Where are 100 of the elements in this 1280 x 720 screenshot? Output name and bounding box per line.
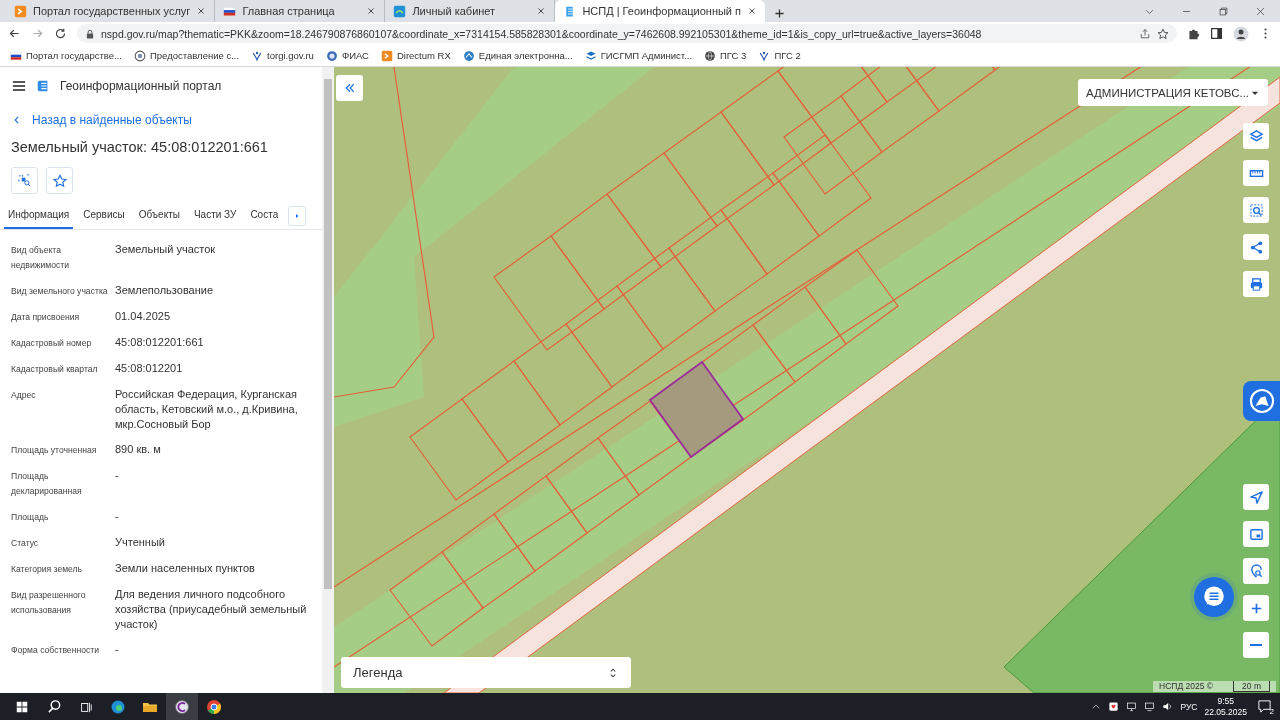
parcel-heading: Земельный участок: 45:08:012201:661 <box>11 139 269 155</box>
chrome-icon <box>206 698 222 715</box>
address-bar[interactable]: nspd.gov.ru/map?thematic=PKK&zoom=18.246790876860107&coordinate_x=7314154.585828301&coordinate_y=7462608.992105301&theme_id=1&is_copy_url=true&active_layers=36048 <box>77 24 1177 43</box>
side-panel-icon <box>1210 27 1223 40</box>
assistant-icon <box>1248 388 1275 414</box>
chevron-left-icon <box>12 115 22 125</box>
minimap-icon <box>1248 526 1264 542</box>
flag-icon <box>10 49 22 62</box>
selected-parcel[interactable] <box>648 360 745 459</box>
field-value: Для ведения личного подсобного хозяйства (приусадебный земельный участок) <box>115 587 308 632</box>
chat-icon <box>1202 585 1226 609</box>
info-tab[interactable]: Части ЗУ <box>189 204 241 229</box>
bookmark[interactable]: torgi.gov.ru <box>251 49 314 62</box>
info-tab[interactable]: Объекты <box>134 204 184 229</box>
map-attribution: НСПД 2025 © <box>1159 681 1214 692</box>
share-icon <box>1139 27 1151 40</box>
area-search-button[interactable] <box>1243 197 1269 223</box>
field-label: Вид разрешенного использования <box>11 589 87 617</box>
logo-icon <box>380 49 393 62</box>
portal-title: Геоинформационный портал <box>60 79 222 93</box>
zoom-out-button[interactable] <box>1243 632 1269 658</box>
location-search-icon <box>1248 563 1264 579</box>
avatar-icon <box>1233 25 1249 42</box>
puzzle-icon <box>1187 27 1200 40</box>
navigation-icon <box>1248 489 1264 505</box>
browser-tab[interactable]: НСПД | Геоинформационный п <box>555 0 766 22</box>
layers-icon <box>584 49 597 62</box>
favicon-icon <box>223 4 237 18</box>
map-scale: 20 m <box>1233 681 1270 692</box>
location-search-button[interactable] <box>1243 558 1269 584</box>
field-value: 01.04.2025 <box>115 309 172 324</box>
favorite-button[interactable] <box>46 167 73 194</box>
bookmark[interactable]: ПГС 3 <box>704 49 747 62</box>
layers-icon <box>1248 128 1264 144</box>
field-value: Земли населенных пунктов <box>115 561 256 576</box>
reload-icon <box>54 27 67 40</box>
back-link[interactable]: Назад в найденные объекты <box>0 101 204 127</box>
back-icon <box>8 27 21 40</box>
field-value: - <box>115 509 120 524</box>
bookmark[interactable]: Directum RX <box>380 49 451 62</box>
bookmark[interactable]: Предоставление с... <box>134 49 240 62</box>
scrollbar[interactable] <box>322 67 334 693</box>
minimap-button[interactable] <box>1243 521 1269 547</box>
close-icon <box>1255 5 1266 17</box>
map[interactable]: АДМИНИСТРАЦИЯ КЕТОВС... Легенда НСПД 2025 © 20 m <box>334 67 1280 693</box>
assistant-button[interactable] <box>1243 381 1280 421</box>
bookmark[interactable]: Портал государстве... <box>10 49 122 62</box>
region-select[interactable]: АДМИНИСТРАЦИЯ КЕТОВС... <box>1078 79 1268 106</box>
close-icon <box>366 6 377 16</box>
clock[interactable]: 9:55 22.05.2025 <box>1204 695 1247 718</box>
favicon-icon <box>393 4 407 18</box>
field-label: Кадастровый квартал <box>11 363 99 376</box>
lock-icon <box>85 28 95 39</box>
globe-icon <box>325 49 338 62</box>
info-tab[interactable]: Информация <box>4 204 74 229</box>
notification-icon <box>1256 699 1272 714</box>
app-button[interactable] <box>166 693 198 720</box>
field-value: - <box>115 642 120 657</box>
area-search-icon <box>1248 202 1264 218</box>
bookmark[interactable]: Единая электронна... <box>462 49 573 62</box>
share-icon <box>1248 239 1264 255</box>
field-value: Учтенный <box>115 535 166 550</box>
field-label: Дата присвоения <box>11 311 81 324</box>
close-icon <box>536 6 547 16</box>
field-label: Статус <box>11 537 40 550</box>
field-value: Земельный участок <box>115 242 217 257</box>
globe-icon <box>134 49 146 62</box>
share-button[interactable] <box>1243 234 1269 260</box>
close-icon <box>196 6 207 16</box>
field-value: - <box>115 468 120 483</box>
close-icon <box>747 6 758 16</box>
ruler-button[interactable] <box>1243 160 1269 186</box>
zoom-in-button[interactable] <box>1243 595 1269 621</box>
collapse-panel-button[interactable] <box>336 75 363 101</box>
language-indicator[interactable]: РУС <box>1180 701 1198 712</box>
field-label: Категория земель <box>11 563 84 576</box>
area-search-icon <box>17 173 32 188</box>
field-label: Площадь <box>11 511 50 524</box>
app-tray-icon <box>1108 701 1120 712</box>
field-value: 890 кв. м <box>115 442 162 457</box>
info-tab[interactable]: Сервисы <box>79 204 129 229</box>
star-icon <box>1157 27 1169 40</box>
area-search-button[interactable] <box>11 167 38 194</box>
legend-select[interactable]: Легенда <box>341 657 631 688</box>
layers-button[interactable] <box>1243 123 1269 149</box>
field-value: 45:08:012201 <box>115 361 184 376</box>
logo-icon <box>462 49 475 62</box>
favicon-icon <box>14 4 27 18</box>
info-tab[interactable]: Соста <box>246 204 283 229</box>
edge-icon <box>110 698 126 715</box>
navigation-button[interactable] <box>1243 484 1269 510</box>
bookmark[interactable]: ПГС 2 <box>758 49 801 62</box>
bookmark[interactable]: ГИСГМП Админист... <box>584 49 693 62</box>
print-button[interactable] <box>1243 271 1269 297</box>
star-icon <box>52 173 67 188</box>
new-tab-icon <box>773 7 787 20</box>
notifications-button[interactable]: 2 <box>1254 696 1274 717</box>
forward-icon <box>31 27 44 40</box>
bookmark[interactable]: ФИАС <box>325 49 369 62</box>
globe-icon <box>704 49 717 62</box>
